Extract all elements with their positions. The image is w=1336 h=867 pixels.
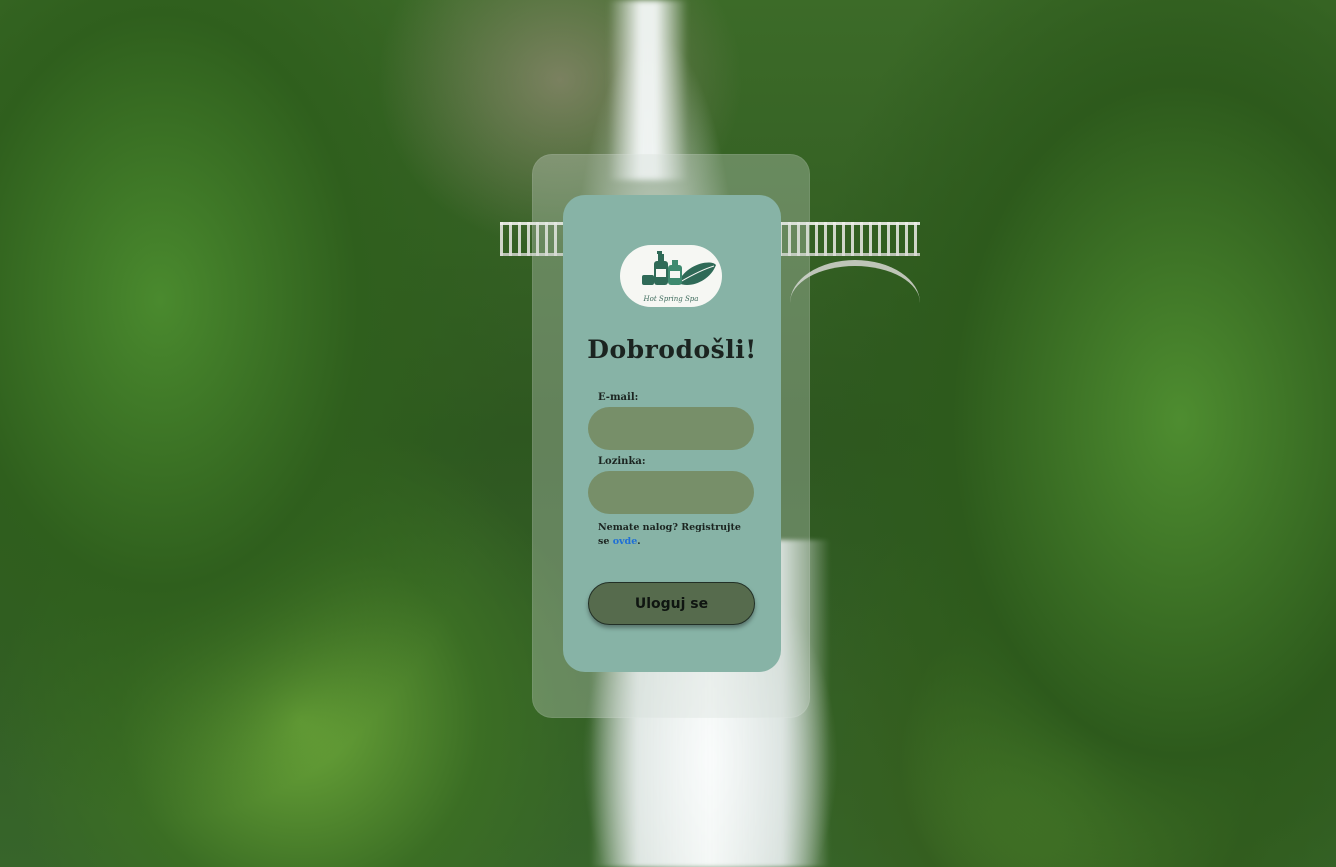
login-button[interactable]: Uloguj se (588, 582, 755, 625)
password-label: Lozinka: (598, 456, 646, 467)
background-landscape: Hot Spring Spa Dobrodošli! E-mail: Lozin… (0, 0, 1336, 867)
page-title: Dobrodošli! (587, 335, 757, 364)
register-link[interactable]: ovde (613, 536, 638, 547)
register-prompt-suffix: . (637, 536, 641, 547)
waterfall-top-decoration (608, 0, 688, 180)
brand-logo-text: Hot Spring Spa (643, 295, 699, 303)
email-input[interactable] (588, 407, 754, 450)
login-card: Hot Spring Spa Dobrodošli! E-mail: Lozin… (563, 195, 781, 672)
register-prompt: Nemate nalog? Registrujte se ovde. (598, 521, 748, 549)
email-label: E-mail: (598, 392, 639, 403)
brand-logo: Hot Spring Spa (620, 245, 722, 307)
password-input[interactable] (588, 471, 754, 514)
